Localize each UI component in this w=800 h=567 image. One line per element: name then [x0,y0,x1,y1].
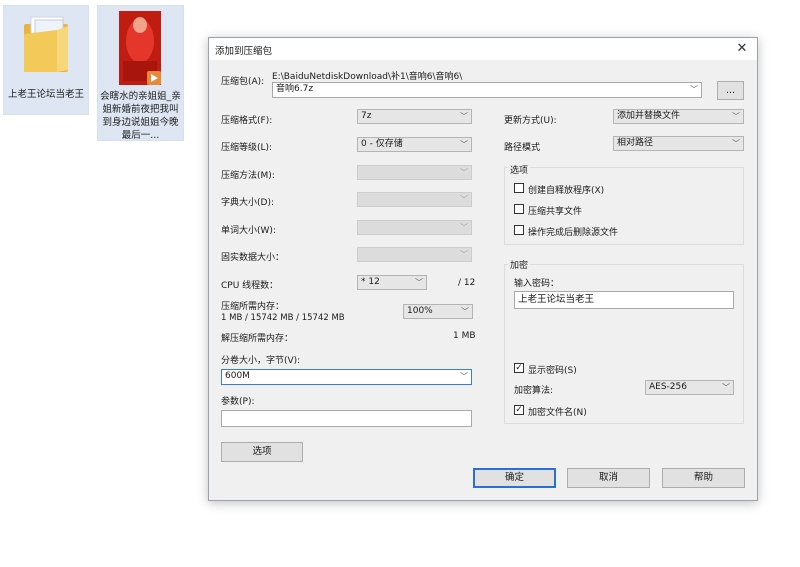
show-password-checkbox[interactable]: ✓ [514,363,524,373]
volume-combo[interactable]: 600M ﹀ [221,369,472,385]
cpu-max: / 12 [458,278,476,288]
chevron-down-icon: ﹀ [722,383,730,392]
chevron-down-icon: ﹀ [460,223,468,232]
params-input[interactable] [221,410,472,427]
video-thumbnail-icon [119,11,161,85]
enc-method-value: AES-256 [649,382,687,392]
level-label: 压缩等级(L): [221,143,273,153]
archive-name-combo[interactable]: 音响6.7z ﹀ [272,82,702,98]
format-label: 压缩格式(F): [221,116,273,126]
add-to-archive-dialog: 添加到压缩包 ✕ 压缩包(A): E:\BaiduNetdiskDownload… [208,37,758,501]
dict-select: ﹀ [357,192,472,207]
chevron-down-icon: ﹀ [460,140,468,149]
chevron-down-icon: ﹀ [461,307,469,316]
volume-value: 600M [225,371,250,381]
enc-method-select[interactable]: AES-256 ﹀ [645,380,734,395]
update-label: 更新方式(U): [504,116,557,126]
shared-checkbox[interactable] [514,204,524,214]
solid-label: 固实数据大小： [221,253,285,263]
encrypt-group-title: 加密 [508,258,531,271]
volume-label: 分卷大小，字节(V): [221,356,301,366]
encrypt-names-label: 加密文件名(N) [528,408,587,418]
password-label: 输入密码： [514,279,560,289]
chevron-down-icon: ﹀ [460,372,468,381]
method-select: ﹀ [357,165,472,180]
demem-value: 1 MB [453,331,476,341]
path-mode-label: 路径模式 [504,143,541,153]
cancel-button[interactable]: 取消 [567,468,650,488]
options-group-title: 选项 [508,163,531,176]
archive-name-value: 音响6.7z [276,84,314,94]
cpu-label: CPU 线程数： [221,281,279,291]
enc-method-label: 加密算法: [514,386,554,396]
shared-label: 压缩共享文件 [528,207,583,217]
level-value: 0 - 仅存储 [361,139,403,149]
archive-path: E:\BaiduNetdiskDownload\补1\音响6\音响6\ [272,72,463,82]
sfx-checkbox[interactable] [514,183,524,193]
mem-detail: 1 MB / 15742 MB / 15742 MB [221,313,345,323]
chevron-down-icon: ﹀ [732,139,740,148]
archive-label: 压缩包(A): [221,77,265,87]
level-select[interactable]: 0 - 仅存储 ﹀ [357,137,472,152]
update-select[interactable]: 添加并替换文件 ﹀ [613,109,744,124]
format-select[interactable]: 7z ﹀ [357,109,472,124]
mem-percent-value: 100% [407,306,433,316]
cpu-select[interactable]: * 12 ﹀ [357,275,427,290]
options-button[interactable]: 选项 [221,442,303,462]
chevron-down-icon: ﹀ [690,85,698,94]
checkmark-icon: ✓ [515,405,523,415]
sfx-label: 创建自释放程序(X) [528,186,605,196]
path-mode-value: 相对路径 [617,138,654,148]
browse-button[interactable]: ... [717,81,744,100]
delete-checkbox[interactable] [514,225,524,235]
folder-icon [24,16,68,72]
delete-label: 操作完成后删除源文件 [528,228,619,238]
chevron-down-icon: ﹀ [460,250,468,259]
cpu-value: * 12 [361,277,380,287]
solid-select: ﹀ [357,247,472,262]
format-value: 7z [361,111,372,121]
mem-label: 压缩所需内存： [221,302,285,312]
method-label: 压缩方法(M): [221,171,275,181]
help-button[interactable]: 帮助 [662,468,745,488]
folder-label: 上老王论坛当老王 [7,89,84,100]
demem-label: 解压缩所需内存： [221,334,294,344]
close-icon[interactable]: ✕ [727,38,757,60]
chevron-down-icon: ﹀ [460,168,468,177]
dict-label: 字典大小(D): [221,198,274,208]
ok-button[interactable]: 确定 [473,468,556,488]
password-input[interactable]: 上老王论坛当老王 [514,291,734,309]
desktop-folder-item[interactable]: 上老王论坛当老王 [3,5,89,115]
mem-percent-select[interactable]: 100% ﹀ [403,304,473,319]
chevron-down-icon: ﹀ [460,112,468,121]
checkmark-icon: ✓ [515,363,523,373]
chevron-down-icon: ﹀ [415,278,423,287]
show-password-label: 显示密码(S) [528,366,577,376]
video-label: 会瞎水的亲姐姐_亲姐新婚前夜把我叫到身边说姐姐今晚最后一... [100,91,181,141]
word-select: ﹀ [357,220,472,235]
title-bar: 添加到压缩包 ✕ [209,38,757,60]
params-label: 参数(P): [221,397,255,407]
chevron-down-icon: ﹀ [460,195,468,204]
path-mode-select[interactable]: 相对路径 ﹀ [613,136,744,151]
dialog-title: 添加到压缩包 [215,46,273,57]
word-label: 单词大小(W): [221,226,276,236]
encrypt-names-checkbox[interactable]: ✓ [514,405,524,415]
update-value: 添加并替换文件 [617,111,681,121]
chevron-down-icon: ﹀ [732,112,740,121]
desktop-video-item[interactable]: 会瞎水的亲姐姐_亲姐新婚前夜把我叫到身边说姐姐今晚最后一... [97,5,184,141]
